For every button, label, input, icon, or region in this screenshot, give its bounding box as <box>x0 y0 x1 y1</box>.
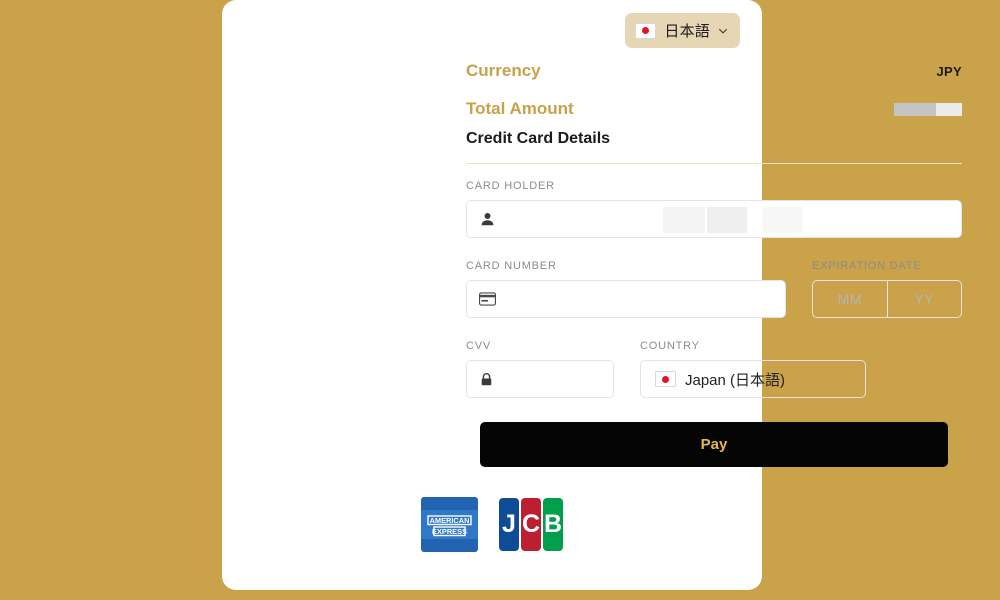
order-summary: Currency JPY Total Amount <box>466 58 962 134</box>
expiration-inputs: MM YY <box>812 280 962 318</box>
credit-card-form: CARD HOLDER CARD NUMBER EXPIRATION DATE … <box>466 180 962 398</box>
japan-flag-icon <box>655 371 676 387</box>
country-selected-value: Japan (日本語) <box>685 371 786 389</box>
expiration-month-input[interactable]: MM <box>813 281 887 317</box>
japan-flag-icon <box>635 22 657 39</box>
cvv-input[interactable] <box>466 360 614 398</box>
jcb-letter-c: C <box>521 498 541 551</box>
expiration-label: EXPIRATION DATE <box>812 260 922 272</box>
accepted-card-brands: AMERICAN EXPRESS J C B <box>222 497 762 552</box>
currency-row: Currency JPY <box>466 58 962 84</box>
section-divider <box>466 163 962 164</box>
card-holder-label: CARD HOLDER <box>466 180 555 192</box>
credit-card-icon <box>479 291 496 308</box>
language-selector-label: 日本語 <box>664 23 710 40</box>
expiration-year-input[interactable]: YY <box>888 281 962 317</box>
card-number-expiration-row: CARD NUMBER EXPIRATION DATE MM YY <box>466 260 962 318</box>
pay-button[interactable]: Pay <box>480 422 948 467</box>
country-label: COUNTRY <box>640 340 700 352</box>
card-holder-value-placeholder <box>663 207 803 233</box>
lock-icon <box>479 371 496 388</box>
person-icon <box>479 211 496 228</box>
expiration-field: EXPIRATION DATE MM YY <box>812 260 962 318</box>
amex-logo: AMERICAN EXPRESS <box>421 497 478 552</box>
country-field: COUNTRY Japan (日本語) <box>640 340 866 398</box>
amex-line2: EXPRESS <box>432 527 467 536</box>
total-amount-placeholder <box>894 102 962 116</box>
cvv-country-row: CVV COUNTRY Japan (日本語) <box>466 340 962 398</box>
jcb-letter-b: B <box>543 498 563 551</box>
section-title: Credit Card Details <box>466 130 611 147</box>
total-amount-row: Total Amount <box>466 96 962 122</box>
currency-label: Currency <box>466 61 541 80</box>
cvv-field: CVV <box>466 340 614 398</box>
language-selector-pill[interactable]: 日本語 <box>625 13 740 48</box>
card-number-field: CARD NUMBER <box>466 260 786 318</box>
jcb-letter-j: J <box>499 498 519 551</box>
total-amount-label: Total Amount <box>466 99 574 118</box>
amex-line1: AMERICAN <box>430 516 470 525</box>
cvv-label: CVV <box>466 340 492 352</box>
card-holder-field: CARD HOLDER <box>466 180 962 238</box>
card-number-label: CARD NUMBER <box>466 260 557 272</box>
payment-card-sheet: 日本語 Currency JPY Total Amount Credit Car… <box>222 0 962 590</box>
card-number-input[interactable] <box>466 280 786 318</box>
chevron-down-icon <box>719 28 727 33</box>
card-holder-input[interactable] <box>466 200 962 238</box>
currency-value: JPY <box>936 63 962 79</box>
jcb-logo: J C B <box>499 498 563 551</box>
language-selector[interactable]: 日本語 <box>625 13 740 48</box>
country-select[interactable]: Japan (日本語) <box>640 360 866 398</box>
